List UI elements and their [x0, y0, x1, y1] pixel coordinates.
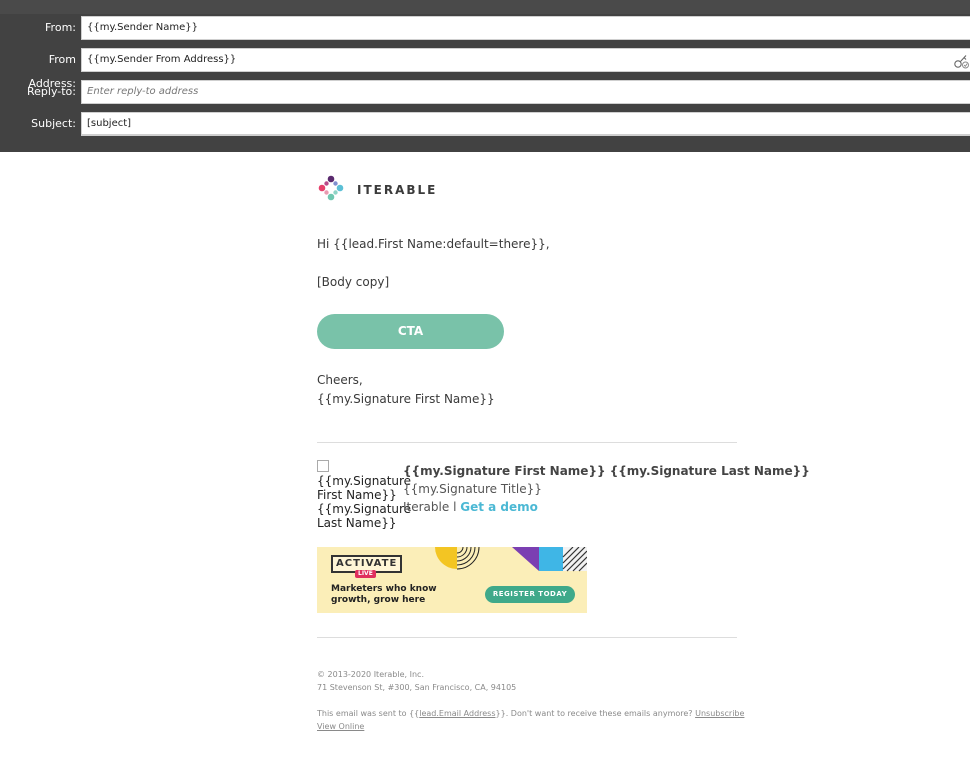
top-strip	[0, 0, 970, 14]
reply-to-input[interactable]: Enter reply-to address	[81, 80, 970, 104]
signature-alt-line: Last Name}}	[317, 516, 397, 530]
footer-sent-prefix: This email was sent to {{	[317, 709, 420, 718]
iterable-logo-mark-icon	[318, 175, 344, 201]
body-copy-text: [Body copy]	[317, 275, 390, 289]
signature-block: {{my.Signature First Name}} {{my.Signatu…	[403, 462, 810, 516]
signature-image: {{my.Signature First Name}} {{my.Signatu…	[317, 460, 411, 530]
from-address-input[interactable]: {{my.Sender From Address}}	[81, 48, 970, 72]
closing-text: Cheers,	[317, 373, 363, 387]
divider	[317, 442, 737, 443]
iterable-logo: ITERABLE	[317, 175, 437, 205]
divider	[317, 637, 737, 638]
get-demo-link[interactable]: Get a demo	[460, 500, 538, 514]
register-today-button[interactable]: REGISTER TODAY	[485, 586, 575, 603]
unsubscribe-link[interactable]: Unsubscribe	[695, 709, 744, 718]
token-picker-icon[interactable]	[952, 53, 970, 69]
reply-to-row: Reply-to: Enter reply-to address	[0, 80, 970, 104]
footer-view-online: View Online	[317, 722, 364, 731]
signature-company-line: Iterable l Get a demo	[403, 498, 810, 516]
from-address-value: {{my.Sender From Address}}	[87, 54, 237, 65]
signature-name: {{my.Signature First Name}} {{my.Signatu…	[403, 464, 810, 478]
from-label: From:	[45, 21, 76, 34]
subject-row: Subject: [subject]	[0, 112, 970, 136]
footer-copyright: © 2013-2020 Iterable, Inc.	[317, 670, 424, 679]
email-header-form: From: {{my.Sender Name}} From Address: {…	[0, 0, 970, 152]
view-online-link[interactable]: View Online	[317, 722, 364, 731]
iterable-logo-text: ITERABLE	[357, 183, 438, 197]
from-address-row: From Address: {{my.Sender From Address}}	[0, 48, 970, 90]
from-address-label: From Address:	[28, 53, 76, 90]
footer-sent-notice: This email was sent to {{lead.Email Addr…	[317, 709, 744, 718]
footer-address: 71 Stevenson St, #300, San Francisco, CA…	[317, 683, 517, 692]
from-input[interactable]: {{my.Sender Name}}	[81, 16, 970, 40]
banner-live-badge: LIVE	[355, 570, 376, 578]
signature-company: Iterable l	[403, 500, 461, 514]
cta-button[interactable]: CTA	[317, 314, 504, 349]
signature-alt-line: First Name}}	[317, 488, 397, 502]
subject-input[interactable]: [subject]	[81, 112, 970, 136]
signature-alt-line: {{my.Signature	[317, 502, 412, 516]
closing-name-text: {{my.Signature First Name}}	[317, 392, 495, 406]
signature-title: {{my.Signature Title}}	[403, 482, 542, 496]
email-address-token-link[interactable]: lead.Email Address	[419, 709, 495, 718]
banner-tagline: Marketers who know growth, grow here	[331, 584, 437, 606]
footer-sent-suffix: }}. Don't want to receive these emails a…	[495, 709, 696, 718]
reply-to-label: Reply-to:	[27, 85, 76, 98]
activate-live-banner[interactable]: ACTIVATE LIVE Marketers who know growth,…	[317, 547, 587, 613]
broken-image-icon	[317, 460, 329, 472]
from-row: From: {{my.Sender Name}}	[0, 16, 970, 40]
banner-tagline-line: Marketers who know	[331, 584, 437, 594]
subject-label: Subject:	[31, 117, 76, 130]
greeting-text: Hi {{lead.First Name:default=there}},	[317, 237, 550, 251]
banner-tagline-line: growth, grow here	[331, 595, 426, 605]
signature-alt-line: {{my.Signature	[317, 474, 412, 488]
